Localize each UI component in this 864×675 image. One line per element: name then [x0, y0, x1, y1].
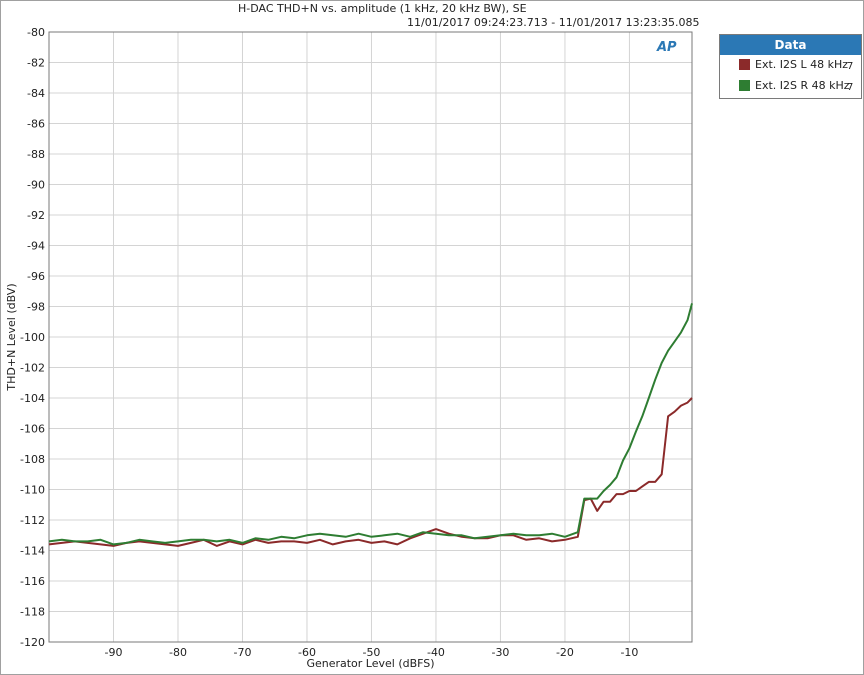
y-tick-label: -118 [20, 606, 45, 619]
y-tick-label: -104 [20, 392, 45, 405]
x-tick-label: -20 [556, 646, 574, 659]
y-tick-label: -84 [27, 87, 45, 100]
legend-label-left: Ext. I2S L 48 kHz [755, 58, 849, 71]
legend-swatch-right [739, 80, 750, 91]
y-tick-label: -80 [27, 26, 45, 39]
y-tick-label: -94 [27, 240, 45, 253]
y-tick-label: -112 [20, 514, 45, 527]
x-tick-label: -80 [169, 646, 187, 659]
ap-logo: AP [657, 40, 677, 55]
legend-label-right: Ext. I2S R 48 kHz [755, 79, 850, 92]
legend-num-right: 7 [847, 82, 854, 93]
y-tick-label: -100 [20, 331, 45, 344]
legend: Data Ext. I2S L 48 kHz 7 Ext. I2S R 48 k… [719, 34, 862, 99]
y-tick-label: -92 [27, 209, 45, 222]
y-tick-label: -88 [27, 148, 45, 161]
y-tick-label: -108 [20, 453, 45, 466]
x-tick-label: -10 [620, 646, 638, 659]
legend-item-left[interactable]: Ext. I2S L 48 kHz 7 [720, 55, 861, 76]
x-axis-label: Generator Level (dBFS) [306, 657, 434, 670]
y-tick-label: -114 [20, 545, 45, 558]
y-tick-label: -110 [20, 484, 45, 497]
legend-header: Data [720, 35, 861, 55]
y-tick-label: -106 [20, 423, 45, 436]
legend-num-left: 7 [847, 61, 854, 72]
y-tick-label: -96 [27, 270, 45, 283]
chart-plot: -120 -118 -116 -114 -112 -110 -108 -106 -104 -102… [5, 26, 693, 670]
y-tick-label: -82 [27, 57, 45, 70]
y-tick-label: -98 [27, 301, 45, 314]
x-tick-label: -90 [105, 646, 123, 659]
legend-item-right[interactable]: Ext. I2S R 48 kHz 7 [720, 76, 861, 97]
x-tick-label: -30 [491, 646, 509, 659]
y-tick-label: -116 [20, 575, 45, 588]
y-axis-label: THD+N Level (dBV) [5, 283, 18, 391]
legend-swatch-left [739, 59, 750, 70]
y-tick-label: -120 [20, 636, 45, 649]
x-tick-label: -70 [233, 646, 251, 659]
y-tick-label: -102 [20, 362, 45, 375]
y-tick-label: -86 [27, 118, 45, 131]
y-tick-label: -90 [27, 179, 45, 192]
